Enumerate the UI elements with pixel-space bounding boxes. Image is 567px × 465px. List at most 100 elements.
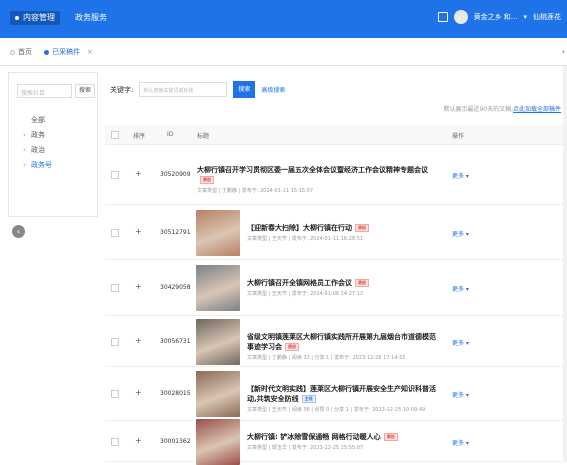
user-area: 黄金之乡 和... ▾ 仙桃莲花: [437, 10, 561, 24]
article-title-block: 【迎新春大扫除】大柳行镇在行动 原创 文章类型 | 王天齐 | 发布于: 2024-…: [247, 223, 440, 242]
more-actions[interactable]: 更多 ▾: [452, 338, 469, 347]
chevron-down-icon[interactable]: ▾: [523, 13, 527, 21]
nav-label: 内容管理: [23, 13, 55, 22]
tree-label: 全部: [31, 116, 45, 124]
expand-icon[interactable]: +: [135, 169, 142, 178]
article-thumbnail[interactable]: [196, 318, 240, 365]
select-all-checkbox[interactable]: [111, 131, 119, 139]
article-title-block: 大柳行镇: 铲冰除雪保通畅 网格行动暖人心 原创 文章类型 | 郭玉华 | 发布于:…: [247, 432, 440, 451]
more-actions[interactable]: 更多 ▾: [452, 229, 469, 238]
header-id: ID: [167, 131, 174, 138]
note-text: 默认展示最近90天的文稿,: [443, 106, 513, 113]
row-id: 30512791: [160, 228, 191, 236]
more-actions[interactable]: 更多 ▾: [452, 390, 469, 399]
more-actions[interactable]: 更多 ▾: [452, 171, 469, 180]
chevron-down-icon: ▾: [464, 392, 469, 399]
table-row[interactable]: +30429058 大柳行镇召开全镇网格员工作会议 原创文章类型 | 王天齐 | 发…: [105, 260, 565, 316]
column-search-button[interactable]: 搜索: [75, 84, 95, 98]
collapse-sidebar-icon[interactable]: ‹: [12, 225, 25, 238]
article-title-block: 省级文明镇莲莱区大柳行镇实践所开展第九届烟台市道德模范事迹学习会 原创文章类型 |…: [247, 332, 440, 361]
column-tree: 全部 › 政务 › 政治 › 政务号: [23, 113, 52, 173]
keyword-input[interactable]: 默认搜索关键词或标题: [139, 82, 228, 97]
tree-item-affairs[interactable]: › 政务: [23, 128, 52, 143]
chevron-down-icon: ▾: [464, 230, 469, 238]
article-thumbnail[interactable]: [196, 371, 240, 417]
more-actions[interactable]: 更多 ▾: [452, 438, 469, 447]
tab-dot-icon: [10, 49, 15, 55]
search-bar: 关键字: 默认搜索关键词或标题 搜索 高级搜索: [110, 81, 285, 98]
table-row[interactable]: +30512791 【迎新春大扫除】大柳行镇在行动 原创 文章类型 | 王天齐 | 发…: [105, 205, 565, 260]
fullscreen-icon[interactable]: [437, 12, 448, 22]
table-row[interactable]: +30520909 大柳行镇召开学习贯彻区委一届五次全体会议暨经济工作会议精神专题…: [105, 145, 565, 205]
header-actions: 操作: [452, 133, 465, 140]
row-checkbox[interactable]: [111, 228, 119, 237]
site-name[interactable]: 仙桃莲花: [533, 12, 561, 22]
article-meta: 文章类型 | 丁鹏静 | 发布于: 2024-01-11 15:15:57: [197, 188, 314, 194]
expand-icon[interactable]: +: [135, 227, 142, 236]
close-icon[interactable]: ×: [87, 48, 93, 56]
row-id: 30056731: [160, 337, 191, 345]
tab-home[interactable]: 首页: [10, 47, 32, 57]
article-thumbnail[interactable]: [196, 418, 240, 465]
advanced-search-link[interactable]: 高级搜索: [261, 85, 285, 94]
expand-icon[interactable]: +: [135, 336, 142, 345]
chevron-right-icon[interactable]: ›: [23, 158, 31, 173]
nav-government-services[interactable]: 政务服务: [70, 11, 112, 25]
article-thumbnail[interactable]: [196, 209, 240, 256]
load-all-link[interactable]: 点此加载全部稿件: [513, 106, 561, 113]
user-name[interactable]: 黄金之乡 和...: [474, 12, 518, 22]
search-button[interactable]: 搜索: [233, 81, 256, 98]
column-sidebar: 搜索栏目 搜索 全部 › 政务 › 政治 › 政务号: [8, 72, 98, 217]
row-checkbox[interactable]: [111, 437, 119, 446]
range-note: 默认展示最近90天的文稿,点此加载全部稿件: [443, 104, 561, 113]
expand-icon[interactable]: +: [135, 436, 142, 445]
chevron-right-icon[interactable]: ›: [23, 143, 31, 158]
row-checkbox[interactable]: [111, 284, 119, 292]
tab-dot-icon: [44, 49, 49, 55]
row-id: 30429058: [160, 284, 191, 291]
tree-item-all[interactable]: 全部: [23, 113, 52, 128]
article-meta: 文章类型 | 王天齐 | 发布于: 2024-01-06 14:27:12: [247, 291, 364, 297]
tab-label: 首页: [18, 48, 32, 56]
table-row[interactable]: +30028015 【新时代文明实践】莲莱区大柳行镇开展安全生产知识科普活动,共筑…: [105, 367, 565, 421]
row-checkbox[interactable]: [111, 337, 119, 346]
tab-label: 已采稿件: [52, 48, 80, 56]
more-label: 更多: [452, 286, 465, 293]
article-meta: 文章类型 | 王天齐 | 阅读 36 | 点赞 0 | 分享 1 | 发布于: …: [247, 407, 426, 413]
scrollbar[interactable]: [563, 66, 567, 462]
table-row[interactable]: +30056731 省级文明镇莲莱区大柳行镇实践所开展第九届烟台市道德模范事迹学习…: [105, 316, 565, 367]
article-title[interactable]: 大柳行镇召开全镇网格员工作会议: [247, 279, 352, 287]
expand-icon[interactable]: +: [135, 388, 142, 397]
avatar[interactable]: [453, 10, 468, 24]
tree-item-politics[interactable]: › 政治: [23, 143, 52, 158]
article-title[interactable]: 【迎新春大扫除】大柳行镇在行动: [247, 224, 352, 232]
row-checkbox[interactable]: [111, 390, 119, 398]
article-tag: 原创: [383, 432, 398, 441]
row-checkbox[interactable]: [111, 171, 119, 179]
more-label: 更多: [452, 173, 465, 180]
article-tag: 原创: [285, 342, 299, 351]
top-nav-menu: 内容管理 政务服务: [10, 11, 112, 25]
table-row[interactable]: +30001362 大柳行镇: 铲冰除雪保通畅 网格行动暖人心 原创 文章类型 | 郭…: [105, 418, 565, 465]
article-title[interactable]: 【新时代文明实践】莲莱区大柳行镇开展安全生产知识科普活动,共筑安全防线: [247, 385, 436, 403]
table-header: 排序 ID 标题 操作: [105, 125, 565, 145]
column-search-input[interactable]: 搜索栏目: [17, 84, 72, 98]
article-title[interactable]: 大柳行镇召开学习贯彻区委一届五次全体会议暨经济工作会议精神专题会议: [197, 166, 428, 174]
tree-label: 政务号: [31, 161, 52, 169]
more-actions[interactable]: 更多 ▾: [452, 284, 469, 293]
tree-item-gov-account[interactable]: › 政务号: [23, 158, 52, 173]
chevron-right-icon[interactable]: ›: [23, 128, 31, 143]
tab-collected-articles[interactable]: 已采稿件 ×: [44, 47, 93, 57]
article-meta: 文章类型 | 丁鹏静 | 阅读 33 | 分享 1 | 发布于: 2023-12…: [247, 354, 406, 361]
chevron-down-icon: ▾: [464, 339, 469, 347]
article-title-block: 【新时代文明实践】莲莱区大柳行镇开展安全生产知识科普活动,共筑安全防线 主线文章类…: [247, 384, 440, 413]
expand-icon[interactable]: +: [135, 282, 142, 291]
chevron-right-icon[interactable]: ›: [562, 47, 565, 56]
article-tag: 主线: [301, 395, 316, 403]
nav-content-management[interactable]: 内容管理: [10, 11, 60, 25]
article-title[interactable]: 大柳行镇: 铲冰除雪保通畅 网格行动暖人心: [247, 433, 381, 441]
article-title[interactable]: 省级文明镇莲莱区大柳行镇实践所开展第九届烟台市道德模范事迹学习会: [247, 333, 436, 351]
article-thumbnail[interactable]: [196, 265, 240, 311]
article-tag: 原创: [355, 279, 369, 287]
chevron-down-icon: ▾: [464, 286, 469, 293]
